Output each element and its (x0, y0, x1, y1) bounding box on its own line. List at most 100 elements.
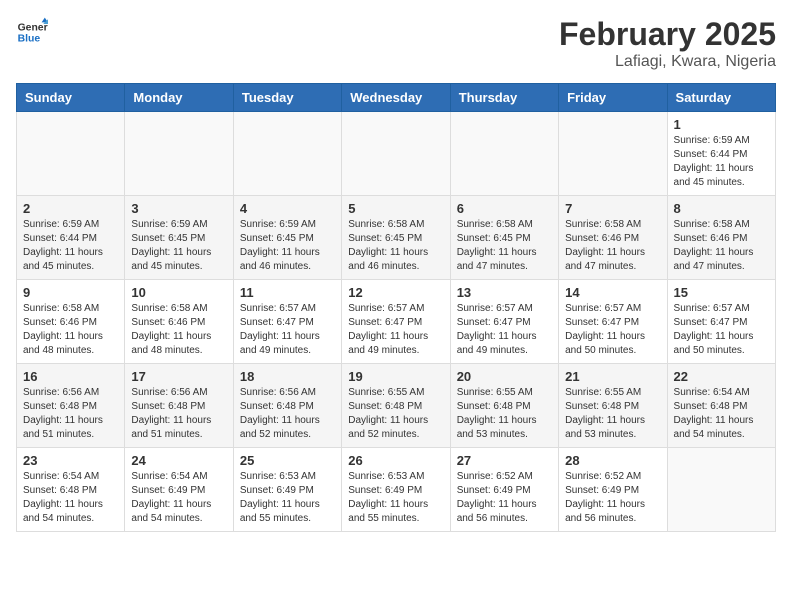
day-number: 26 (348, 453, 443, 468)
day-info: Sunrise: 6:58 AM Sunset: 6:46 PM Dayligh… (23, 302, 118, 358)
day-number: 17 (131, 369, 226, 384)
calendar-cell: 27 Sunrise: 6:52 AM Sunset: 6:49 PM Dayli… (450, 448, 558, 532)
weekday-header-row: SundayMondayTuesdayWednesdayThursdayFrid… (17, 84, 776, 112)
day-number: 28 (565, 453, 660, 468)
day-number: 10 (131, 285, 226, 300)
day-number: 3 (131, 201, 226, 216)
calendar-cell: 24 Sunrise: 6:54 AM Sunset: 6:49 PM Dayli… (125, 448, 233, 532)
calendar-cell: 3Sunrise: 6:59 AM Sunset: 6:45 PM Daylig… (125, 196, 233, 280)
day-info: Sunrise: 6:56 AM Sunset: 6:48 PM Dayligh… (240, 386, 335, 442)
day-info: Sunrise: 6:57 AM Sunset: 6:47 PM Dayligh… (348, 302, 443, 358)
day-info: Sunrise: 6:57 AM Sunset: 6:47 PM Dayligh… (457, 302, 552, 358)
day-info: Sunrise: 6:52 AM Sunset: 6:49 PM Dayligh… (457, 470, 552, 526)
calendar-cell: 17 Sunrise: 6:56 AM Sunset: 6:48 PM Dayli… (125, 364, 233, 448)
calendar-week-row: 16 Sunrise: 6:56 AM Sunset: 6:48 PM Dayli… (17, 364, 776, 448)
day-number: 22 (674, 369, 769, 384)
calendar-week-row: 23Sunrise: 6:54 AM Sunset: 6:48 PM Dayli… (17, 448, 776, 532)
calendar-week-row: 1 Sunrise: 6:59 AM Sunset: 6:44 PM Daylig… (17, 112, 776, 196)
day-info: Sunrise: 6:59 AM Sunset: 6:44 PM Dayligh… (674, 134, 769, 190)
day-info: Sunrise: 6:58 AM Sunset: 6:45 PM Dayligh… (348, 218, 443, 274)
calendar-cell: 9 Sunrise: 6:58 AM Sunset: 6:46 PM Daylig… (17, 280, 125, 364)
calendar-cell (450, 112, 558, 196)
calendar-cell: 16 Sunrise: 6:56 AM Sunset: 6:48 PM Dayli… (17, 364, 125, 448)
calendar-cell: 10 Sunrise: 6:58 AM Sunset: 6:46 PM Dayli… (125, 280, 233, 364)
location: Lafiagi, Kwara, Nigeria (559, 53, 776, 71)
calendar-cell (559, 112, 667, 196)
title-block: February 2025 Lafiagi, Kwara, Nigeria (559, 16, 776, 71)
day-number: 25 (240, 453, 335, 468)
weekday-header: Monday (125, 84, 233, 112)
day-info: Sunrise: 6:58 AM Sunset: 6:46 PM Dayligh… (131, 302, 226, 358)
weekday-header: Wednesday (342, 84, 450, 112)
day-info: Sunrise: 6:54 AM Sunset: 6:48 PM Dayligh… (674, 386, 769, 442)
calendar-cell: 5 Sunrise: 6:58 AM Sunset: 6:45 PM Daylig… (342, 196, 450, 280)
day-info: Sunrise: 6:56 AM Sunset: 6:48 PM Dayligh… (131, 386, 226, 442)
month-title: February 2025 (559, 16, 776, 53)
weekday-header: Friday (559, 84, 667, 112)
day-number: 9 (23, 285, 118, 300)
weekday-header: Saturday (667, 84, 775, 112)
calendar-cell: 1 Sunrise: 6:59 AM Sunset: 6:44 PM Daylig… (667, 112, 775, 196)
logo-icon: General Blue (16, 16, 48, 48)
calendar-cell: 21 Sunrise: 6:55 AM Sunset: 6:48 PM Dayli… (559, 364, 667, 448)
day-info: Sunrise: 6:55 AM Sunset: 6:48 PM Dayligh… (565, 386, 660, 442)
day-info: Sunrise: 6:59 AM Sunset: 6:44 PM Dayligh… (23, 218, 118, 274)
calendar-cell: 13Sunrise: 6:57 AM Sunset: 6:47 PM Dayli… (450, 280, 558, 364)
calendar-cell: 14Sunrise: 6:57 AM Sunset: 6:47 PM Dayli… (559, 280, 667, 364)
calendar-cell: 18Sunrise: 6:56 AM Sunset: 6:48 PM Dayli… (233, 364, 341, 448)
day-info: Sunrise: 6:57 AM Sunset: 6:47 PM Dayligh… (674, 302, 769, 358)
calendar-cell: 6Sunrise: 6:58 AM Sunset: 6:45 PM Daylig… (450, 196, 558, 280)
day-number: 5 (348, 201, 443, 216)
calendar-cell: 25 Sunrise: 6:53 AM Sunset: 6:49 PM Dayli… (233, 448, 341, 532)
day-number: 14 (565, 285, 660, 300)
day-number: 4 (240, 201, 335, 216)
calendar-cell: 20 Sunrise: 6:55 AM Sunset: 6:48 PM Dayli… (450, 364, 558, 448)
day-number: 1 (674, 117, 769, 132)
day-info: Sunrise: 6:52 AM Sunset: 6:49 PM Dayligh… (565, 470, 660, 526)
calendar-cell (125, 112, 233, 196)
calendar-cell: 22 Sunrise: 6:54 AM Sunset: 6:48 PM Dayli… (667, 364, 775, 448)
day-number: 24 (131, 453, 226, 468)
weekday-header: Thursday (450, 84, 558, 112)
day-number: 27 (457, 453, 552, 468)
day-info: Sunrise: 6:56 AM Sunset: 6:48 PM Dayligh… (23, 386, 118, 442)
day-number: 6 (457, 201, 552, 216)
calendar-cell: 12 Sunrise: 6:57 AM Sunset: 6:47 PM Dayli… (342, 280, 450, 364)
calendar-cell (17, 112, 125, 196)
svg-text:Blue: Blue (18, 34, 41, 45)
day-info: Sunrise: 6:53 AM Sunset: 6:49 PM Dayligh… (348, 470, 443, 526)
calendar-cell (342, 112, 450, 196)
day-number: 20 (457, 369, 552, 384)
calendar: SundayMondayTuesdayWednesdayThursdayFrid… (16, 83, 776, 532)
day-number: 2 (23, 201, 118, 216)
calendar-cell: 4 Sunrise: 6:59 AM Sunset: 6:45 PM Daylig… (233, 196, 341, 280)
day-info: Sunrise: 6:58 AM Sunset: 6:46 PM Dayligh… (565, 218, 660, 274)
weekday-header: Sunday (17, 84, 125, 112)
day-number: 21 (565, 369, 660, 384)
day-info: Sunrise: 6:55 AM Sunset: 6:48 PM Dayligh… (348, 386, 443, 442)
day-number: 12 (348, 285, 443, 300)
weekday-header: Tuesday (233, 84, 341, 112)
calendar-cell: 8Sunrise: 6:58 AM Sunset: 6:46 PM Daylig… (667, 196, 775, 280)
calendar-cell: 11 Sunrise: 6:57 AM Sunset: 6:47 PM Dayli… (233, 280, 341, 364)
day-number: 11 (240, 285, 335, 300)
day-info: Sunrise: 6:55 AM Sunset: 6:48 PM Dayligh… (457, 386, 552, 442)
calendar-week-row: 9 Sunrise: 6:58 AM Sunset: 6:46 PM Daylig… (17, 280, 776, 364)
day-info: Sunrise: 6:57 AM Sunset: 6:47 PM Dayligh… (240, 302, 335, 358)
day-info: Sunrise: 6:54 AM Sunset: 6:48 PM Dayligh… (23, 470, 118, 526)
calendar-cell: 19 Sunrise: 6:55 AM Sunset: 6:48 PM Dayli… (342, 364, 450, 448)
day-number: 7 (565, 201, 660, 216)
day-number: 19 (348, 369, 443, 384)
day-info: Sunrise: 6:53 AM Sunset: 6:49 PM Dayligh… (240, 470, 335, 526)
page-header: General Blue February 2025 Lafiagi, Kwar… (16, 16, 776, 71)
svg-text:General: General (18, 22, 48, 33)
calendar-cell: 7 Sunrise: 6:58 AM Sunset: 6:46 PM Daylig… (559, 196, 667, 280)
logo: General Blue (16, 16, 48, 48)
calendar-cell (233, 112, 341, 196)
calendar-week-row: 2 Sunrise: 6:59 AM Sunset: 6:44 PM Daylig… (17, 196, 776, 280)
day-number: 16 (23, 369, 118, 384)
day-info: Sunrise: 6:58 AM Sunset: 6:46 PM Dayligh… (674, 218, 769, 274)
calendar-cell: 28 Sunrise: 6:52 AM Sunset: 6:49 PM Dayli… (559, 448, 667, 532)
day-info: Sunrise: 6:59 AM Sunset: 6:45 PM Dayligh… (240, 218, 335, 274)
day-info: Sunrise: 6:54 AM Sunset: 6:49 PM Dayligh… (131, 470, 226, 526)
